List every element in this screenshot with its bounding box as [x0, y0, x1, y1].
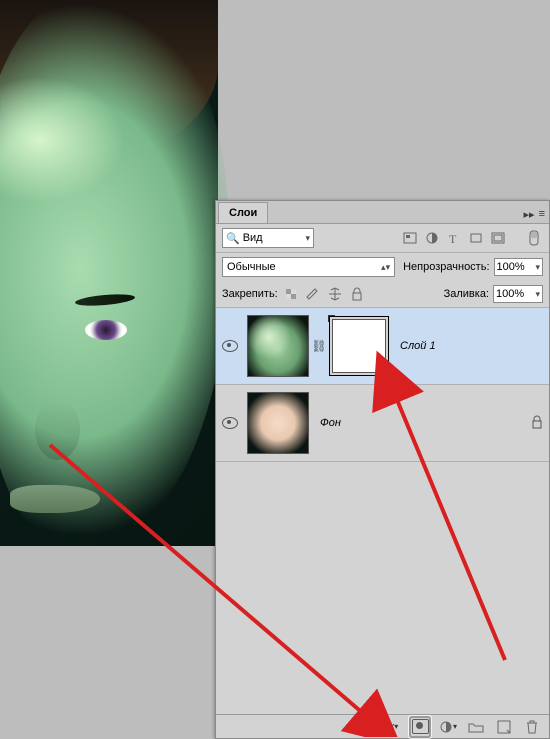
- lock-pixels-icon[interactable]: [304, 285, 322, 303]
- portrait-lips: [10, 485, 100, 513]
- document-canvas[interactable]: [0, 0, 218, 546]
- layer-name[interactable]: Фон: [312, 417, 525, 429]
- trash-icon[interactable]: [523, 718, 541, 736]
- mask-link-icon[interactable]: ⛓: [312, 339, 326, 353]
- lock-label: Закрепить:: [222, 288, 278, 300]
- fill-field[interactable]: 100% ▾: [493, 285, 543, 303]
- layer-name[interactable]: Слой 1: [392, 340, 525, 352]
- link-layers-icon[interactable]: [355, 718, 373, 736]
- adjustment-layer-icon[interactable]: ▾: [439, 718, 457, 736]
- lock-fill-row: Закрепить: Заливка: 100% ▾: [216, 281, 549, 308]
- tab-layers[interactable]: Слои: [218, 202, 268, 223]
- lock-position-icon[interactable]: [326, 285, 344, 303]
- filter-toggle-switch[interactable]: [525, 229, 543, 247]
- layers-bottom-toolbar: fx▾ ▾: [216, 714, 549, 738]
- layer-thumbnail[interactable]: [247, 392, 309, 454]
- filter-adjust-icon[interactable]: [423, 229, 441, 247]
- panel-menu-icon[interactable]: ≡: [539, 208, 545, 221]
- blend-opacity-row: Обычные ▴▾ Непрозрачность: 100% ▾: [216, 253, 549, 281]
- chevron-updown-icon: ▴▾: [381, 262, 390, 273]
- panel-tabbar: Слои ▸▸ ≡: [216, 201, 549, 224]
- layer-filter-dropdown[interactable]: 🔍 Вид ▾: [222, 228, 314, 248]
- chevron-down-icon: ▾: [302, 233, 313, 244]
- portrait-face: [0, 0, 230, 550]
- svg-text:T: T: [449, 232, 457, 244]
- add-mask-button[interactable]: [411, 718, 429, 736]
- new-layer-icon[interactable]: [495, 718, 513, 736]
- opacity-field[interactable]: 100% ▾: [494, 258, 543, 276]
- filter-type-label: Вид: [243, 232, 263, 244]
- filter-shape-icon[interactable]: [467, 229, 485, 247]
- lock-all-icon[interactable]: [348, 285, 366, 303]
- blend-mode-dropdown[interactable]: Обычные ▴▾: [222, 257, 395, 277]
- chevron-down-icon: ▾: [535, 289, 540, 300]
- filter-pixel-icon[interactable]: [401, 229, 419, 247]
- layer-row[interactable]: ⛓ Слой 1: [216, 308, 549, 385]
- chevron-down-icon: ▾: [535, 262, 540, 273]
- layer-thumbnail[interactable]: [247, 315, 309, 377]
- visibility-eye-icon[interactable]: [222, 417, 238, 429]
- layers-list: ⛓ Слой 1 Фон: [216, 308, 549, 462]
- lock-icon: [531, 415, 543, 429]
- new-group-icon[interactable]: [467, 718, 485, 736]
- opacity-label: Непрозрачность:: [403, 261, 489, 273]
- layer-lock-indicator: [525, 415, 549, 432]
- layers-panel: Слои ▸▸ ≡ 🔍 Вид ▾ T Обычные ▴▾ Непрозрач…: [215, 200, 550, 739]
- portrait-nose: [35, 400, 80, 460]
- lock-transparent-icon[interactable]: [282, 285, 300, 303]
- visibility-eye-icon[interactable]: [222, 340, 238, 352]
- filter-smart-icon[interactable]: [489, 229, 507, 247]
- layer-filter-row: 🔍 Вид ▾ T: [216, 224, 549, 253]
- layer-mask-thumbnail[interactable]: [329, 316, 389, 376]
- fx-icon[interactable]: fx▾: [383, 718, 401, 736]
- panel-collapse-icon[interactable]: ▸▸: [524, 208, 535, 221]
- layer-row[interactable]: Фон: [216, 385, 549, 462]
- blend-mode-value: Обычные: [227, 261, 276, 273]
- filter-type-icon[interactable]: T: [445, 229, 463, 247]
- search-icon: 🔍: [223, 232, 243, 245]
- portrait-eye: [85, 320, 127, 340]
- fill-label: Заливка:: [444, 288, 489, 300]
- fill-value: 100%: [496, 288, 524, 300]
- opacity-value: 100%: [497, 261, 525, 273]
